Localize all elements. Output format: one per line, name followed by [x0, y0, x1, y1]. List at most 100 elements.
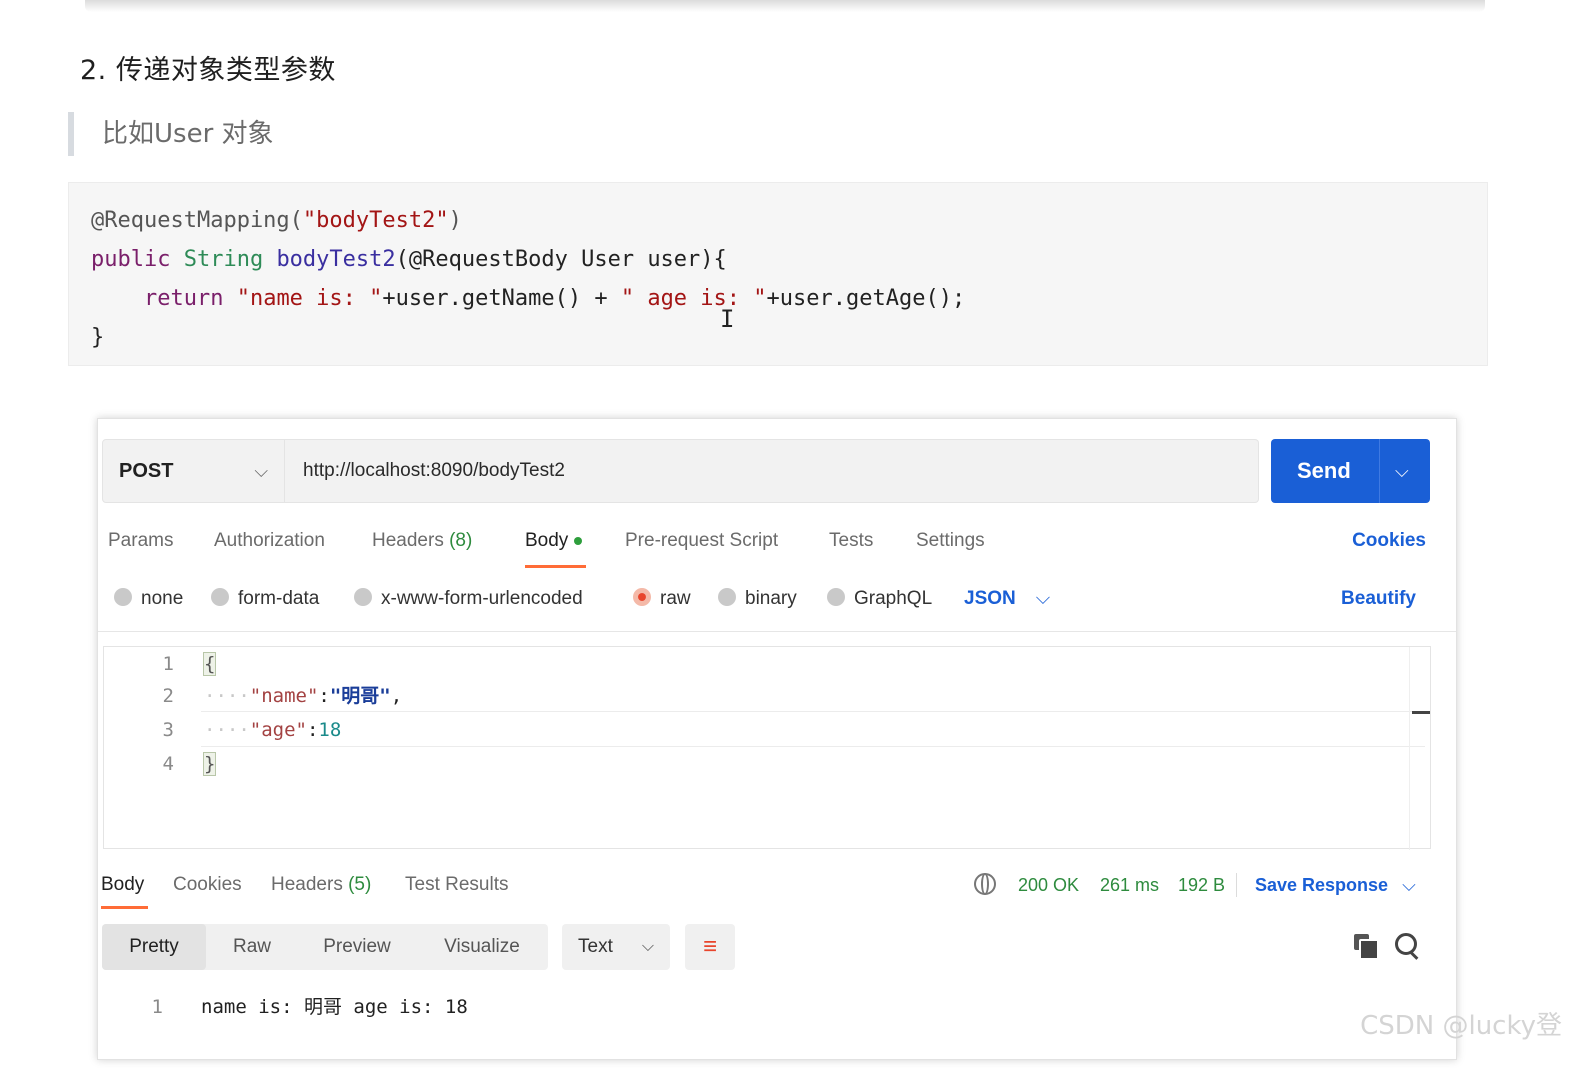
postman-panel: POST ⌵ http://localhost:8090/bodyTest2 S…	[97, 418, 1457, 1060]
tab-params[interactable]: Params	[108, 527, 173, 555]
section-heading: 2. 传递对象类型参数	[80, 55, 336, 86]
tab-headers[interactable]: Headers (8)	[372, 527, 472, 555]
tab-tests[interactable]: Tests	[829, 527, 873, 555]
scroll-position-marker	[1412, 711, 1430, 714]
response-body: 1 name is: 明哥 age is: 18	[103, 987, 468, 1027]
line-number: 2	[162, 685, 174, 707]
chevron-down-icon: ⌵	[1402, 875, 1416, 895]
save-response-label: Save Response	[1255, 875, 1389, 895]
chevron-down-icon: ⌵	[641, 938, 654, 955]
editor-code: }	[202, 752, 217, 776]
tab-headers-label: Headers	[372, 530, 444, 551]
body-type-options: none form-data x-www-form-urlencoded raw…	[108, 584, 1438, 616]
java-code-block: @RequestMapping("bodyTest2") public Stri…	[68, 182, 1488, 366]
radio-urlencoded[interactable]: x-www-form-urlencoded	[354, 584, 583, 614]
body-active-dot-icon	[574, 536, 583, 545]
response-tab-test-results[interactable]: Test Results	[405, 871, 508, 899]
response-view-modes: Pretty Raw Preview Visualize	[102, 924, 548, 970]
globe-icon[interactable]	[974, 873, 996, 895]
code-line-2: public String bodyTest2(@RequestBody Use…	[91, 247, 727, 272]
cookies-link[interactable]: Cookies	[1352, 527, 1426, 555]
radio-graphql[interactable]: GraphQL	[827, 584, 932, 614]
beautify-button[interactable]: Beautify	[1341, 584, 1416, 614]
format-select[interactable]: JSON ⌵	[964, 584, 1050, 614]
response-tab-headers-label: Headers	[271, 874, 343, 895]
send-options-chevron-icon[interactable]: ⌵	[1395, 439, 1409, 503]
send-button[interactable]: Send ⌵	[1271, 439, 1430, 503]
editor-code: ····"name":"明哥",	[204, 685, 403, 707]
response-format-label: Text	[578, 936, 613, 957]
search-icon[interactable]	[1394, 932, 1420, 960]
radio-form-data-label: form-data	[238, 588, 320, 609]
tab-authorization[interactable]: Authorization	[214, 527, 325, 555]
text-cursor-icon: I	[720, 305, 735, 333]
radio-binary[interactable]: binary	[718, 584, 797, 614]
radio-icon	[827, 588, 845, 607]
view-visualize-button[interactable]: Visualize	[416, 924, 548, 970]
radio-icon	[114, 588, 132, 607]
save-response-button[interactable]: Save Response ⌵	[1255, 871, 1416, 899]
code-line-1: @RequestMapping("bodyTest2")	[91, 208, 462, 233]
code-line-3: return "name is: "+user.getName() + " ag…	[143, 286, 966, 311]
radio-icon	[718, 588, 736, 607]
editor-scrollbar[interactable]	[1409, 647, 1430, 850]
response-tabs: Body Cookies Headers (5) Test Results	[101, 871, 1001, 911]
response-tab-headers[interactable]: Headers (5)	[271, 871, 371, 899]
previous-panel-shadow	[85, 0, 1485, 12]
view-raw-button[interactable]: Raw	[206, 924, 298, 970]
radio-form-data[interactable]: form-data	[211, 584, 319, 614]
active-tab-underline	[525, 565, 586, 568]
code-line-4: }	[91, 325, 105, 350]
send-divider	[1379, 439, 1380, 503]
radio-raw[interactable]: raw	[633, 584, 691, 614]
line-number: 1	[151, 996, 163, 1018]
chevron-down-icon: ⌵	[1035, 588, 1051, 609]
radio-icon	[354, 588, 372, 607]
response-size[interactable]: 192 B	[1178, 871, 1225, 899]
blockquote: 比如User 对象	[68, 112, 702, 156]
status-code[interactable]: 200 OK	[1018, 871, 1079, 899]
request-tabs: Params Authorization Headers (8) Body Pr…	[108, 527, 1438, 571]
response-tab-body[interactable]: Body	[101, 871, 144, 899]
response-time[interactable]: 261 ms	[1100, 871, 1159, 899]
request-body-editor[interactable]: 1 { 2 ····"name":"明哥", 3 ····"age":18 4 …	[103, 646, 1431, 850]
editor-code: {	[202, 652, 217, 676]
response-headers-count: (5)	[348, 874, 372, 895]
radio-none-label: none	[141, 588, 184, 609]
tab-prerequest-script[interactable]: Pre-request Script	[625, 527, 778, 555]
view-preview-button[interactable]: Preview	[298, 924, 416, 970]
response-tab-underline	[101, 906, 148, 909]
response-tab-cookies[interactable]: Cookies	[173, 871, 242, 899]
copy-icon[interactable]	[1354, 934, 1379, 960]
send-label: Send	[1297, 458, 1351, 483]
wrap-lines-icon[interactable]: ≡	[685, 924, 735, 970]
radio-urlencoded-label: x-www-form-urlencoded	[381, 588, 583, 609]
line-number: 4	[162, 753, 174, 775]
radio-icon	[211, 588, 229, 607]
watermark: CSDN @lucky登	[1360, 1011, 1562, 1041]
divider	[98, 631, 1456, 632]
radio-none[interactable]: none	[114, 584, 183, 614]
line-number: 1	[162, 653, 174, 675]
headers-count: (8)	[449, 530, 473, 551]
line-number: 3	[162, 719, 174, 741]
editor-code: ····"age":18	[204, 719, 342, 741]
editor-line: 2 ····"name":"明哥",	[104, 679, 1404, 713]
radio-raw-label: raw	[660, 588, 691, 609]
view-pretty-button[interactable]: Pretty	[102, 924, 206, 970]
tab-body-label: Body	[525, 530, 569, 551]
editor-line: 4 }	[104, 747, 1404, 781]
tab-settings[interactable]: Settings	[916, 527, 985, 555]
radio-selected-icon	[633, 588, 651, 607]
radio-binary-label: binary	[745, 588, 797, 609]
format-label: JSON	[964, 588, 1016, 609]
tab-body[interactable]: Body	[525, 527, 583, 555]
editor-line: 1 {	[104, 647, 1404, 681]
method-label: POST	[119, 460, 174, 482]
method-select[interactable]: POST ⌵	[102, 439, 285, 503]
editor-line: 3 ····"age":18	[104, 713, 1404, 747]
response-format-select[interactable]: Text ⌵	[562, 924, 670, 970]
radio-graphql-label: GraphQL	[854, 588, 933, 609]
divider	[1236, 873, 1237, 897]
url-input[interactable]: http://localhost:8090/bodyTest2	[285, 439, 1259, 503]
